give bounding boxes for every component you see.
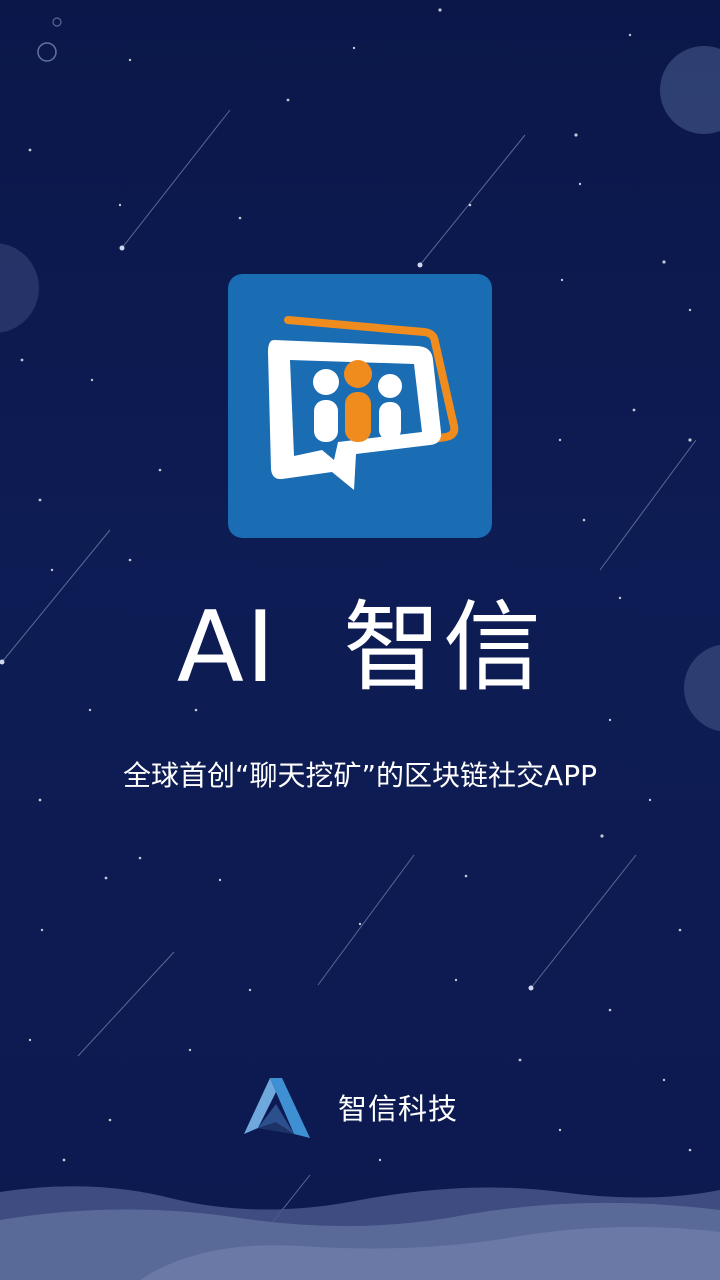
app-tagline: 全球首创“聊天挖矿”的区块链社交APP (123, 759, 597, 792)
splash-screen: AI 智信 全球首创“聊天挖矿”的区块链社交APP 智信科技 (0, 0, 720, 1280)
company-name: 智信科技 (338, 1092, 459, 1126)
chat-group-icon (228, 274, 492, 538)
bottom-wave-decoration (0, 1186, 720, 1280)
company-brand: 智信科技 (240, 1076, 458, 1142)
triangle-a-logo-icon (244, 1078, 310, 1138)
app-title: AI 智信 (176, 591, 544, 705)
app-logo-icon (228, 274, 492, 538)
